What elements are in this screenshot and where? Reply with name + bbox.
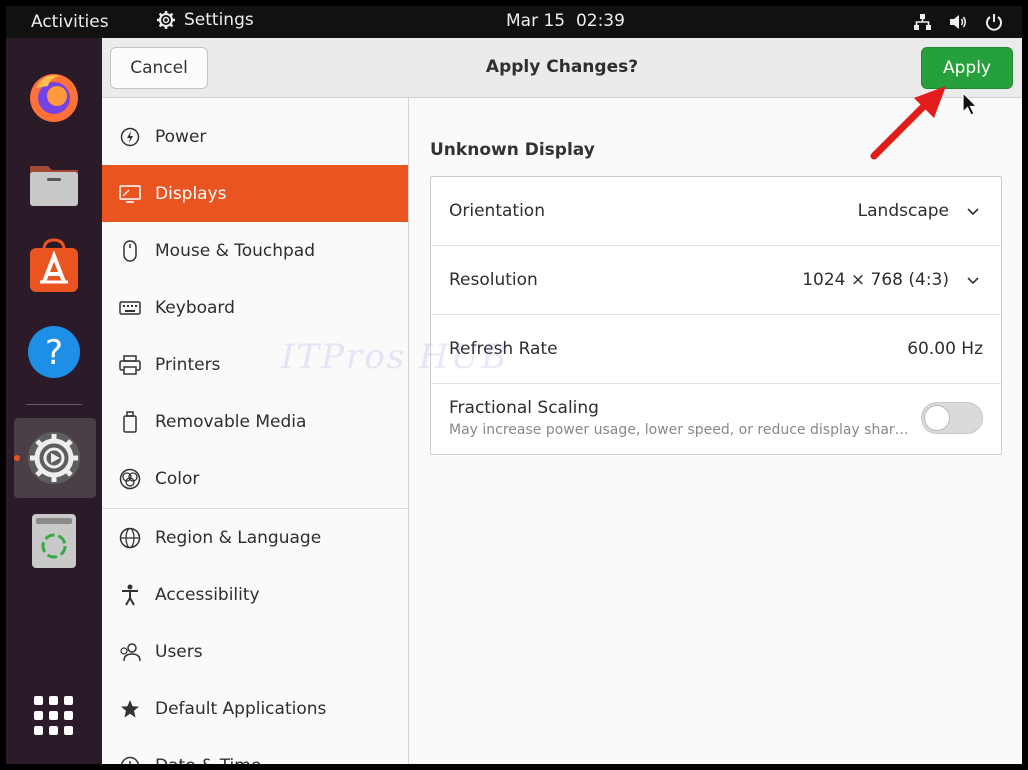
red-arrow-annotation xyxy=(870,86,946,160)
app-menu[interactable]: Settings xyxy=(156,10,254,30)
power-icon xyxy=(119,126,141,148)
sidebar-item-accessibility[interactable]: Accessibility xyxy=(102,566,408,623)
network-icon[interactable] xyxy=(912,12,932,32)
globe-icon xyxy=(119,527,141,549)
running-indicator xyxy=(14,455,20,461)
sidebar-item-label: Default Applications xyxy=(155,698,327,719)
display-title: Unknown Display xyxy=(430,140,595,160)
fractional-scaling-description: May increase power usage, lower speed, o… xyxy=(449,422,909,438)
sidebar-item-label: Users xyxy=(155,641,203,662)
sidebar-item-removable-media[interactable]: Removable Media xyxy=(102,393,408,450)
sidebar-item-displays[interactable]: Displays xyxy=(102,165,408,222)
sidebar-item-label: Power xyxy=(155,126,207,147)
printer-icon xyxy=(119,354,141,376)
sidebar-item-label: Removable Media xyxy=(155,411,307,432)
clock-time: 02:39 xyxy=(575,11,625,31)
help-icon[interactable]: ? xyxy=(26,324,82,380)
mouse-icon xyxy=(119,239,141,262)
sidebar-item-default-applications[interactable]: Default Applications xyxy=(102,680,408,737)
apply-button[interactable]: Apply xyxy=(921,47,1013,89)
chevron-down-icon[interactable] xyxy=(963,201,983,221)
header-title: Apply Changes? xyxy=(485,57,639,77)
sidebar-item-label: Keyboard xyxy=(155,297,235,318)
chevron-down-icon[interactable] xyxy=(963,270,983,290)
refresh-rate-value: 60.00 Hz xyxy=(907,339,983,359)
settings-icon[interactable] xyxy=(26,430,82,486)
sidebar-item-label: Printers xyxy=(155,354,221,375)
sidebar-item-label: Accessibility xyxy=(155,584,260,605)
activities-button[interactable]: Activities xyxy=(31,12,109,32)
volume-icon[interactable] xyxy=(948,12,968,32)
sidebar-item-color[interactable]: Color xyxy=(102,450,408,507)
sidebar-item-label: Region & Language xyxy=(155,527,322,548)
settings-sidebar: Power Displays Mouse & Touchpad Keyboard… xyxy=(102,98,409,764)
display-settings-card: Orientation Landscape Resolution 1024 × … xyxy=(430,176,1002,455)
displays-panel: Unknown Display Orientation Landscape Re… xyxy=(410,98,1022,764)
trash-icon[interactable] xyxy=(26,512,82,568)
sidebar-item-label: Color xyxy=(155,468,200,489)
refresh-rate-row[interactable]: Refresh Rate 60.00 Hz xyxy=(431,315,1001,384)
svg-text:?: ? xyxy=(45,333,63,373)
keyboard-icon xyxy=(119,297,141,319)
star-icon xyxy=(119,698,141,720)
dock: ? xyxy=(6,38,102,764)
gear-icon xyxy=(157,11,175,29)
top-bar: Activities Settings Mar 15 02:39 xyxy=(6,6,1022,38)
orientation-value[interactable]: Landscape xyxy=(858,201,949,221)
sidebar-item-label: Mouse & Touchpad xyxy=(155,240,316,261)
sidebar-item-users[interactable]: Users xyxy=(102,623,408,680)
orientation-label: Orientation xyxy=(449,201,545,221)
sidebar-item-power[interactable]: Power xyxy=(102,108,408,165)
show-apps-icon[interactable] xyxy=(26,688,82,744)
desktop: Activities Settings Mar 15 02:39 ? Cance… xyxy=(6,6,1022,764)
color-icon xyxy=(119,468,141,490)
clock-date: Mar 15 xyxy=(506,11,566,31)
media-icon xyxy=(119,410,141,433)
watermark: ITPros HUB xyxy=(281,337,509,377)
users-icon xyxy=(119,641,141,663)
files-icon[interactable] xyxy=(26,156,82,212)
resolution-row[interactable]: Resolution 1024 × 768 (4:3) xyxy=(431,246,1001,315)
power-icon[interactable] xyxy=(984,12,1004,32)
fractional-scaling-row[interactable]: Fractional Scaling May increase power us… xyxy=(431,384,1001,453)
clock[interactable]: Mar 15 02:39 xyxy=(506,11,625,31)
accessibility-icon xyxy=(119,584,141,606)
firefox-icon[interactable] xyxy=(26,68,82,124)
dock-separator xyxy=(26,404,82,405)
mouse-cursor-icon xyxy=(962,92,978,116)
display-icon xyxy=(119,183,141,205)
sidebar-item-date-time[interactable]: Date & Time xyxy=(102,737,408,764)
sidebar-item-region-language[interactable]: Region & Language xyxy=(102,509,408,566)
app-name: Settings xyxy=(184,10,254,30)
sidebar-item-mouse-touchpad[interactable]: Mouse & Touchpad xyxy=(102,222,408,279)
resolution-value[interactable]: 1024 × 768 (4:3) xyxy=(802,270,949,290)
sidebar-item-label: Displays xyxy=(155,183,227,204)
sidebar-item-label: Date & Time xyxy=(155,756,261,765)
resolution-label: Resolution xyxy=(449,270,538,290)
fractional-scaling-toggle[interactable] xyxy=(921,402,983,434)
software-icon[interactable] xyxy=(26,238,82,294)
system-tray[interactable] xyxy=(912,12,1004,32)
clock-icon xyxy=(119,755,141,764)
toggle-knob xyxy=(924,405,950,431)
fractional-scaling-label: Fractional Scaling xyxy=(449,398,599,418)
sidebar-item-keyboard[interactable]: Keyboard xyxy=(102,279,408,336)
orientation-row[interactable]: Orientation Landscape xyxy=(431,177,1001,246)
